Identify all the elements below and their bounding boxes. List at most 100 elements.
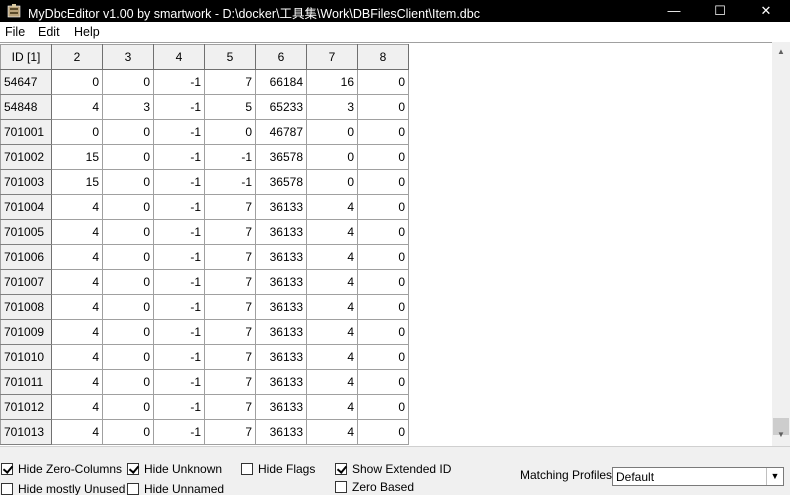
table-cell[interactable]: 7	[204, 269, 256, 295]
table-cell[interactable]: -1	[153, 419, 205, 445]
table-row[interactable]: 701012 4 0 -1 7 36133 4 0	[0, 394, 409, 420]
table-cell[interactable]: 7	[204, 369, 256, 395]
table-cell[interactable]: 7	[204, 219, 256, 245]
column-header-2[interactable]: 2	[51, 44, 103, 70]
checkbox-box[interactable]	[1, 463, 13, 475]
table-cell[interactable]: 66184	[255, 69, 307, 95]
column-header-4[interactable]: 4	[153, 44, 205, 70]
menu-file[interactable]: File	[5, 25, 25, 39]
table-cell[interactable]: 4	[51, 94, 103, 120]
table-cell[interactable]: 36133	[255, 394, 307, 420]
table-cell[interactable]: 0	[306, 144, 358, 170]
chevron-up-icon[interactable]: ▲	[772, 44, 790, 60]
table-cell[interactable]: 4	[306, 344, 358, 370]
table-cell[interactable]: 7	[204, 244, 256, 270]
maximize-button[interactable]: ☐	[697, 0, 743, 22]
table-cell[interactable]: 0	[357, 219, 409, 245]
table-cell[interactable]: 4	[51, 344, 103, 370]
minimize-button[interactable]: —	[651, 0, 697, 22]
row-id-cell[interactable]: 701004	[0, 194, 52, 220]
column-header-3[interactable]: 3	[102, 44, 154, 70]
table-cell[interactable]: 36133	[255, 319, 307, 345]
table-cell[interactable]: 4	[306, 369, 358, 395]
table-cell[interactable]: 4	[306, 294, 358, 320]
table-cell[interactable]: 4	[306, 244, 358, 270]
table-cell[interactable]: 0	[357, 294, 409, 320]
table-cell[interactable]: 0	[357, 94, 409, 120]
table-cell[interactable]: 4	[306, 194, 358, 220]
table-cell[interactable]: -1	[153, 269, 205, 295]
menu-help[interactable]: Help	[74, 25, 100, 39]
table-cell[interactable]: 0	[357, 369, 409, 395]
table-row[interactable]: 54647 0 0 -1 7 66184 16 0	[0, 69, 409, 95]
checkbox-box[interactable]	[241, 463, 253, 475]
table-cell[interactable]: 7	[204, 194, 256, 220]
table-cell[interactable]: 0	[102, 194, 154, 220]
table-cell[interactable]: 7	[204, 69, 256, 95]
table-cell[interactable]: 4	[51, 244, 103, 270]
checkbox-box[interactable]	[1, 483, 13, 495]
table-cell[interactable]: 0	[357, 394, 409, 420]
row-id-cell[interactable]: 701008	[0, 294, 52, 320]
table-cell[interactable]: 0	[102, 119, 154, 145]
row-id-cell[interactable]: 701002	[0, 144, 52, 170]
table-row[interactable]: 701005 4 0 -1 7 36133 4 0	[0, 219, 409, 245]
table-cell[interactable]: 4	[306, 269, 358, 295]
table-cell[interactable]: -1	[153, 219, 205, 245]
table-cell[interactable]: 4	[51, 394, 103, 420]
column-header-7[interactable]: 7	[306, 44, 358, 70]
table-cell[interactable]: 0	[102, 369, 154, 395]
table-cell[interactable]: -1	[153, 169, 205, 195]
row-id-cell[interactable]: 701010	[0, 344, 52, 370]
table-row[interactable]: 701002 15 0 -1 -1 36578 0 0	[0, 144, 409, 170]
table-cell[interactable]: 36133	[255, 369, 307, 395]
table-row[interactable]: 701001 0 0 -1 0 46787 0 0	[0, 119, 409, 145]
table-cell[interactable]: 0	[357, 344, 409, 370]
table-cell[interactable]: 0	[357, 319, 409, 345]
table-cell[interactable]: 7	[204, 294, 256, 320]
hide-zero-columns-checkbox[interactable]: Hide Zero-Columns	[1, 461, 122, 477]
table-cell[interactable]: 15	[51, 144, 103, 170]
table-cell[interactable]: 36133	[255, 294, 307, 320]
table-cell[interactable]: 0	[102, 394, 154, 420]
table-cell[interactable]: -1	[153, 69, 205, 95]
table-cell[interactable]: 15	[51, 169, 103, 195]
checkbox-box[interactable]	[335, 463, 347, 475]
table-cell[interactable]: 0	[102, 294, 154, 320]
column-header-8[interactable]: 8	[357, 44, 409, 70]
table-cell[interactable]: 4	[306, 319, 358, 345]
table-cell[interactable]: -1	[153, 244, 205, 270]
app-icon[interactable]	[6, 3, 22, 19]
table-cell[interactable]: -1	[204, 169, 256, 195]
table-row[interactable]: 701010 4 0 -1 7 36133 4 0	[0, 344, 409, 370]
table-cell[interactable]: 36133	[255, 244, 307, 270]
table-row[interactable]: 701007 4 0 -1 7 36133 4 0	[0, 269, 409, 295]
table-cell[interactable]: -1	[204, 144, 256, 170]
table-cell[interactable]: -1	[153, 144, 205, 170]
matching-profiles-select[interactable]: Default ▼	[612, 467, 784, 486]
table-cell[interactable]: 46787	[255, 119, 307, 145]
table-cell[interactable]: 0	[102, 319, 154, 345]
zero-based-checkbox[interactable]: Zero Based	[335, 479, 414, 495]
table-cell[interactable]: 4	[51, 269, 103, 295]
table-cell[interactable]: 0	[51, 119, 103, 145]
hide-unknown-checkbox[interactable]: Hide Unknown	[127, 461, 222, 477]
table-cell[interactable]: 65233	[255, 94, 307, 120]
table-cell[interactable]: 0	[357, 119, 409, 145]
table-cell[interactable]: -1	[153, 369, 205, 395]
row-id-cell[interactable]: 54647	[0, 69, 52, 95]
table-cell[interactable]: 4	[306, 394, 358, 420]
table-cell[interactable]: -1	[153, 294, 205, 320]
table-cell[interactable]: 0	[357, 69, 409, 95]
row-id-cell[interactable]: 701013	[0, 419, 52, 445]
show-extended-id-checkbox[interactable]: Show Extended ID	[335, 461, 451, 477]
table-cell[interactable]: -1	[153, 94, 205, 120]
table-cell[interactable]: 4	[51, 369, 103, 395]
row-id-cell[interactable]: 701001	[0, 119, 52, 145]
table-cell[interactable]: 0	[357, 194, 409, 220]
table-cell[interactable]: 5	[204, 94, 256, 120]
hide-flags-checkbox[interactable]: Hide Flags	[241, 461, 315, 477]
table-row[interactable]: 701004 4 0 -1 7 36133 4 0	[0, 194, 409, 220]
data-grid[interactable]: ID [1] 2 3 4 5 6 7 8 54647 0 0 -1 7 66184 16 0 54848 4 3-…	[0, 42, 772, 446]
table-cell[interactable]: 0	[204, 119, 256, 145]
